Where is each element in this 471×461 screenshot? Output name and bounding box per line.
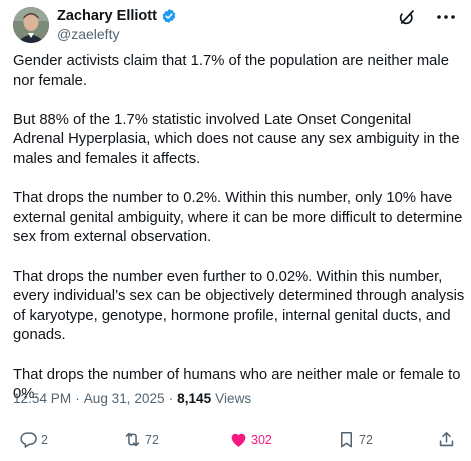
share-icon <box>439 432 454 447</box>
tweet-meta: 12:54 PM · Aug 31, 2025 · 8,145 Views <box>13 391 251 406</box>
reply-icon <box>20 432 37 448</box>
heart-icon <box>231 433 246 447</box>
tweet-date[interactable]: Aug 31, 2025 <box>84 391 165 406</box>
meta-separator: · <box>168 391 174 406</box>
tweet-paragraph: That drops the number to 0.2%. Within th… <box>13 190 463 246</box>
tweet-paragraph: Gender activists claim that 1.7% of the … <box>13 53 449 89</box>
repost-count: 72 <box>145 432 159 447</box>
like-count: 302 <box>251 432 272 447</box>
author-name-row: Zachary Elliott <box>57 7 177 25</box>
views-label[interactable]: Views <box>215 391 251 406</box>
share-button[interactable] <box>437 430 456 449</box>
grok-icon[interactable] <box>398 8 416 26</box>
meta-separator: · <box>75 391 80 406</box>
tweet: Zachary Elliott @zaelefty Gender activis… <box>0 0 471 461</box>
repost-icon <box>125 432 140 447</box>
author-display-name[interactable]: Zachary Elliott <box>57 8 157 24</box>
avatar[interactable] <box>13 7 49 43</box>
repost-button[interactable]: 72 <box>123 430 159 449</box>
tweet-paragraph: But 88% of the 1.7% statistic involved L… <box>13 111 460 167</box>
reply-count: 2 <box>41 432 48 447</box>
tweet-text: Gender activists claim that 1.7% of the … <box>13 52 465 405</box>
reply-button[interactable]: 2 <box>19 430 48 449</box>
bookmark-button[interactable]: 72 <box>337 430 373 449</box>
tweet-time[interactable]: 12:54 PM <box>13 391 71 406</box>
more-icon[interactable] <box>436 12 456 22</box>
bookmark-icon <box>340 432 353 448</box>
views-count[interactable]: 8,145 <box>177 391 211 406</box>
author-handle[interactable]: @zaelefty <box>57 26 119 42</box>
bookmark-count: 72 <box>359 432 373 447</box>
verified-badge-icon <box>162 9 176 23</box>
like-button[interactable]: 302 <box>229 430 272 449</box>
tweet-paragraph: That drops the number even further to 0.… <box>13 268 465 344</box>
